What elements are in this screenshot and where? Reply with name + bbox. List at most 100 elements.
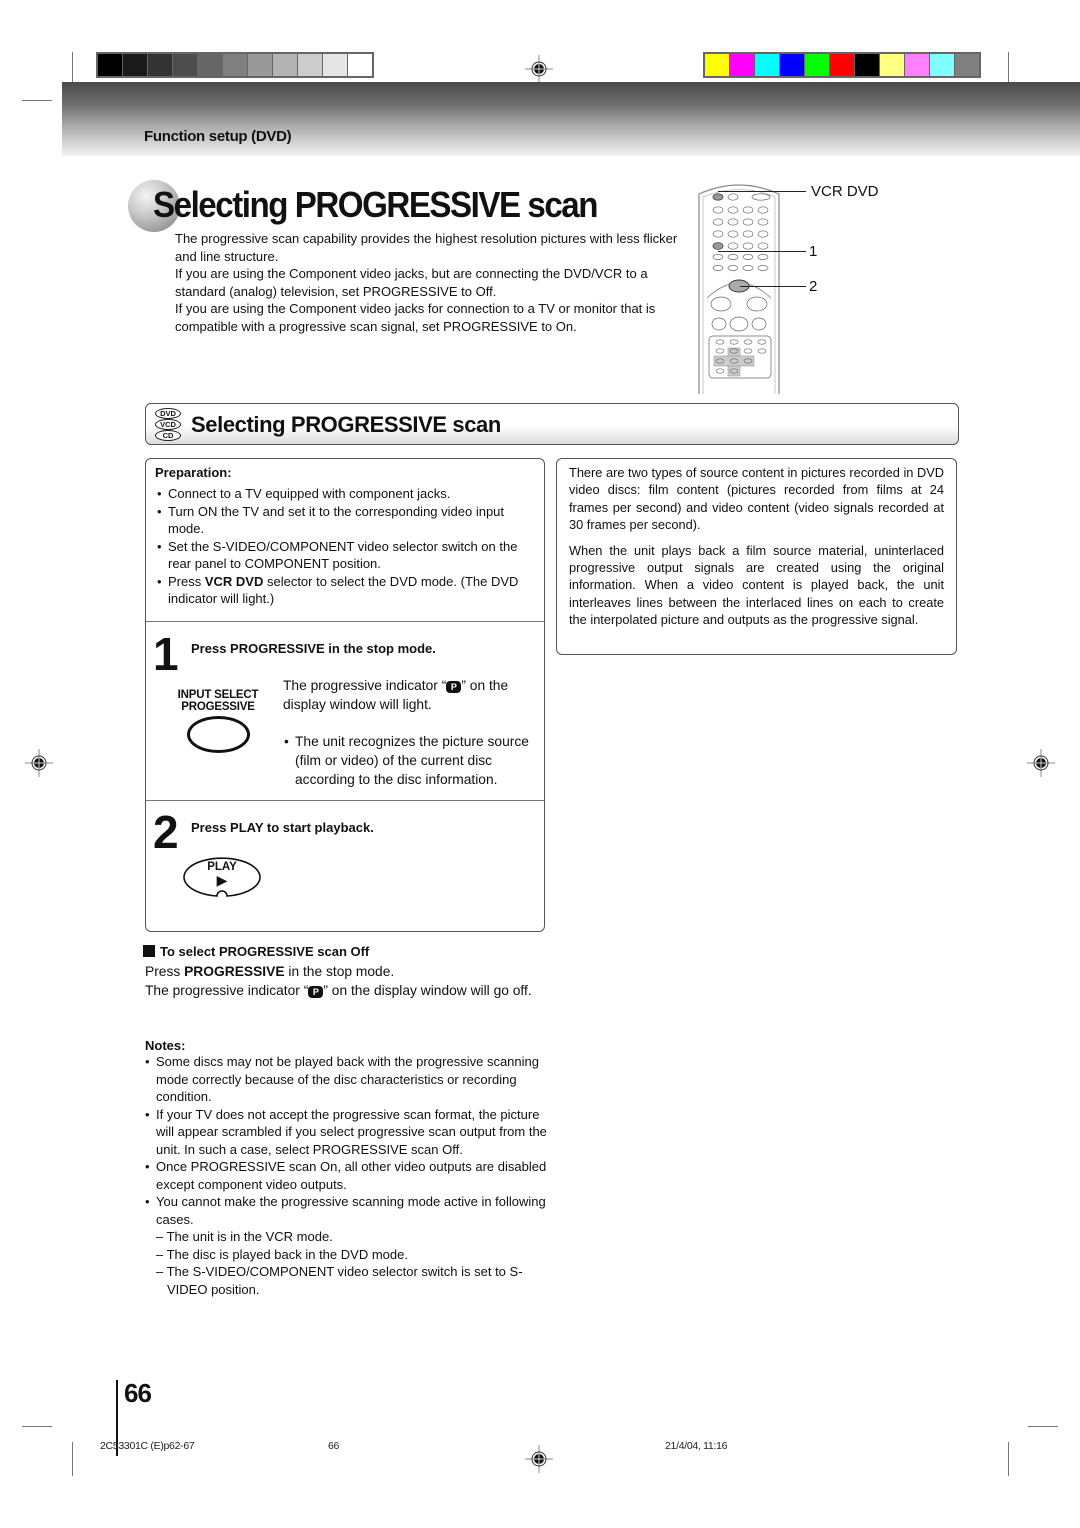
note-case: – The unit is in the VCR mode. xyxy=(156,1229,333,1244)
preparation-item: Set the S-VIDEO/COMPONENT video selector… xyxy=(155,538,543,573)
progressive-off-heading: To select PROGRESSIVE scan Off xyxy=(143,944,369,959)
preparation-item: Press VCR DVD selector to select the DVD… xyxy=(155,573,543,608)
calibration-swatch xyxy=(173,54,197,76)
calibration-swatch xyxy=(730,54,754,76)
calibration-swatch xyxy=(880,54,904,76)
caption-line: INPUT SELECT xyxy=(177,689,259,701)
crop-mark xyxy=(22,100,52,101)
crop-mark xyxy=(22,1426,52,1427)
crop-mark xyxy=(1008,1442,1009,1476)
calibration-swatch xyxy=(98,54,122,76)
vcr-dvd-label: VCR DVD xyxy=(204,573,264,589)
grayscale-calibration-bar xyxy=(96,52,374,78)
dvd-badge-icon: DVD xyxy=(155,408,181,419)
crop-mark xyxy=(72,1442,73,1476)
remote-control-illustration xyxy=(698,184,780,394)
step-1-text: The progressive indicator “P” on the dis… xyxy=(283,676,541,714)
text: in the stop mode. xyxy=(284,964,395,979)
calibration-swatch xyxy=(705,54,729,76)
calibration-swatch xyxy=(148,54,172,76)
intro-paragraph: If you are using the Component video jac… xyxy=(175,301,656,334)
progressive-indicator-icon: P xyxy=(308,986,324,998)
play-triangle-icon: ▶ xyxy=(216,872,228,888)
intro-paragraph: The progressive scan capability provides… xyxy=(175,231,678,264)
crop-mark xyxy=(72,52,73,86)
section-heading-bar: DVD VCD CD Selecting PROGRESSIVE scan xyxy=(145,403,959,445)
steps-panel: Preparation: Connect to a TV equipped wi… xyxy=(145,458,545,932)
note-cases-list: – The unit is in the VCR mode. – The dis… xyxy=(156,1228,548,1298)
square-bullet-icon xyxy=(143,945,155,957)
intro-paragraph: If you are using the Component video jac… xyxy=(175,266,648,299)
caption-line: PROGESSIVE xyxy=(181,700,255,713)
calibration-swatch xyxy=(780,54,804,76)
calibration-swatch xyxy=(755,54,779,76)
registration-mark-icon xyxy=(25,749,53,777)
note-item: Some discs may not be played back with t… xyxy=(143,1053,548,1106)
note-case: – The S-VIDEO/COMPONENT video selector s… xyxy=(156,1264,523,1297)
callout-step-2: 2 xyxy=(809,278,818,295)
step-2-heading: Press PLAY to start playback. xyxy=(191,820,374,835)
section-label: Function setup (DVD) xyxy=(144,128,292,145)
progressive-label: PROGRESSIVE xyxy=(184,964,285,979)
calibration-swatch xyxy=(273,54,297,76)
step-1-bullet: The unit recognizes the picture source (… xyxy=(282,732,544,789)
registration-mark-icon xyxy=(525,55,553,83)
note-item: Once PROGRESSIVE scan On, all other vide… xyxy=(143,1158,548,1193)
cd-badge-icon: CD xyxy=(155,430,181,441)
calibration-swatch xyxy=(955,54,979,76)
footer-file-name: 2C53301C (E)p62-67 xyxy=(100,1440,195,1452)
vcd-badge-icon: VCD xyxy=(155,419,181,430)
step-2-number: 2 xyxy=(153,806,179,858)
text: Press xyxy=(145,964,185,979)
divider xyxy=(146,621,544,622)
preparation-item: Turn ON the TV and set it to the corresp… xyxy=(155,503,543,538)
step-1-heading: Press PROGRESSIVE in the stop mode. xyxy=(191,641,436,656)
calibration-swatch xyxy=(323,54,347,76)
page-title: Selecting PROGRESSIVE scan xyxy=(153,184,598,225)
preparation-title: Preparation: xyxy=(155,465,232,480)
calibration-swatch xyxy=(855,54,879,76)
note-item: If your TV does not accept the progressi… xyxy=(143,1106,548,1159)
progressive-button-icon xyxy=(187,716,250,753)
registration-mark-icon xyxy=(525,1445,553,1473)
calibration-swatch xyxy=(905,54,929,76)
callout-line xyxy=(718,251,806,252)
calibration-swatch xyxy=(248,54,272,76)
registration-mark-icon xyxy=(1027,749,1055,777)
step-1-number: 1 xyxy=(153,628,179,680)
text: Press xyxy=(168,573,205,589)
intro-text: The progressive scan capability provides… xyxy=(175,230,695,336)
text: ” on the display window will go off. xyxy=(323,983,532,998)
callout-line xyxy=(740,286,806,287)
notes-title: Notes: xyxy=(145,1038,186,1053)
crop-mark xyxy=(1028,1426,1058,1427)
calibration-swatch xyxy=(198,54,222,76)
off-line-1: Press PROGRESSIVE in the stop mode. xyxy=(145,962,545,981)
note-case: – The disc is played back in the DVD mod… xyxy=(156,1246,408,1262)
info-paragraph: When the unit plays back a film source m… xyxy=(569,542,944,628)
calibration-swatch xyxy=(348,54,372,76)
footer-page: 66 xyxy=(328,1440,340,1452)
progressive-off-text: Press PROGRESSIVE in the stop mode. The … xyxy=(145,962,545,1000)
preparation-list: Connect to a TV equipped with component … xyxy=(155,485,543,608)
step-1-notes: The unit recognizes the picture source (… xyxy=(282,732,544,789)
progressive-indicator-icon: P xyxy=(446,681,462,693)
calibration-swatch xyxy=(223,54,247,76)
callout-vcr-dvd: VCR DVD xyxy=(811,183,879,200)
color-calibration-bar xyxy=(703,52,981,78)
text: The progressive indicator “ xyxy=(283,678,447,693)
heading-text: To select PROGRESSIVE scan Off xyxy=(160,944,370,959)
source-content-info-panel: There are two types of source content in… xyxy=(556,458,957,655)
text: You cannot make the progressive scanning… xyxy=(156,1194,546,1227)
notes-list: Some discs may not be played back with t… xyxy=(143,1053,548,1298)
callout-step-1: 1 xyxy=(809,243,818,260)
disc-type-badges: DVD VCD CD xyxy=(155,408,185,441)
off-line-2: The progressive indicator “P” on the dis… xyxy=(145,981,545,1000)
calibration-swatch xyxy=(930,54,954,76)
calibration-swatch xyxy=(805,54,829,76)
calibration-swatch xyxy=(830,54,854,76)
input-select-progressive-label: INPUT SELECT PROGESSIVE xyxy=(168,689,268,713)
footer-timestamp: 21/4/04, 11:16 xyxy=(665,1440,728,1452)
section-title: Selecting PROGRESSIVE scan xyxy=(191,412,501,437)
text: The progressive indicator “ xyxy=(145,983,309,998)
